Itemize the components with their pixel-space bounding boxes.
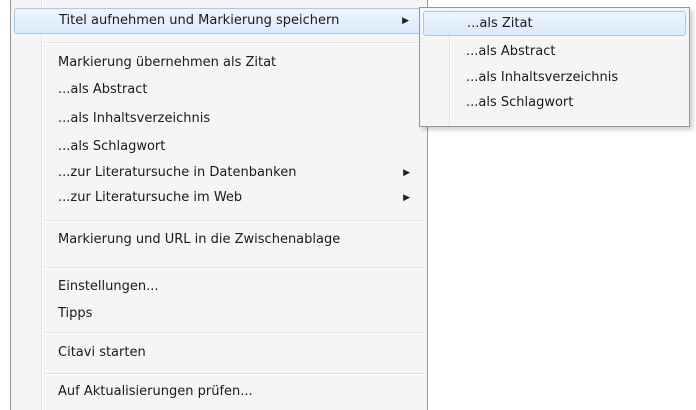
menu-separator [45,332,424,334]
menu-item-capture-title-save-selection[interactable]: Titel aufnehmen und Markierung speichern… [14,8,424,34]
menu-item-label: Citavi starten [58,345,146,360]
menu-item-label: ...zur Literatursuche im Web [58,190,243,205]
submenu-arrow-icon: ▶ [403,193,410,203]
submenu-arrow-icon: ▶ [403,168,410,178]
menu-item-label: ...als Abstract [466,44,556,59]
menu-item-copy-to-clipboard[interactable]: Markierung und URL in die Zwischenablage [14,227,424,253]
menu-item-as-keyword[interactable]: ...als Schlagwort [14,134,424,160]
menu-item-label: Markierung übernehmen als Zitat [58,55,277,70]
menu-item-as-abstract[interactable]: ...als Abstract [14,77,424,103]
menu-item-settings[interactable]: Einstellungen... [14,274,424,300]
submenu-arrow-icon: ▶ [402,16,409,26]
submenu-item-as-quote[interactable]: ...als Zitat [423,11,686,36]
submenu-item-as-keyword[interactable]: ...als Schlagwort [423,90,686,115]
submenu-item-as-abstract[interactable]: ...als Abstract [423,39,686,64]
menu-item-selection-as-quote[interactable]: Markierung übernehmen als Zitat [14,50,424,76]
menu-item-search-web[interactable]: ...zur Literatursuche im Web ▶ [14,185,424,211]
menu-item-label: Einstellungen... [58,279,159,294]
menu-item-start-citavi[interactable]: Citavi starten [14,340,424,366]
menu-item-check-updates[interactable]: Auf Aktualisierungen prüfen... [14,379,424,405]
menu-item-label: ...als Schlagwort [466,95,574,110]
menu-item-label: ...als Inhaltsverzeichnis [466,70,619,85]
menu-item-label: ...als Zitat [467,16,533,31]
menu-item-label: Markierung und URL in die Zwischenablage [58,232,341,247]
menu-item-label: Tipps [58,306,93,321]
context-menu: Titel aufnehmen und Markierung speichern… [10,0,428,410]
menu-item-label: ...als Inhaltsverzeichnis [58,111,211,126]
menu-separator [45,267,424,269]
menu-item-search-databases[interactable]: ...zur Literatursuche in Datenbanken ▶ [14,160,424,186]
menu-item-label: ...als Abstract [58,82,148,97]
submenu: ...als Zitat ...als Abstract ...als Inha… [419,7,690,127]
menu-item-label: Auf Aktualisierungen prüfen... [58,384,253,399]
menu-item-tips[interactable]: Tipps [14,301,424,327]
menu-item-label: ...zur Literatursuche in Datenbanken [58,165,297,180]
submenu-item-as-table-of-contents[interactable]: ...als Inhaltsverzeichnis [423,65,686,90]
menu-separator [45,42,424,44]
menu-separator [45,373,424,375]
menu-item-as-table-of-contents[interactable]: ...als Inhaltsverzeichnis [14,106,424,132]
menu-separator [45,220,424,222]
menu-item-label: ...als Schlagwort [58,139,166,154]
menu-item-label: Titel aufnehmen und Markierung speichern [59,13,340,28]
